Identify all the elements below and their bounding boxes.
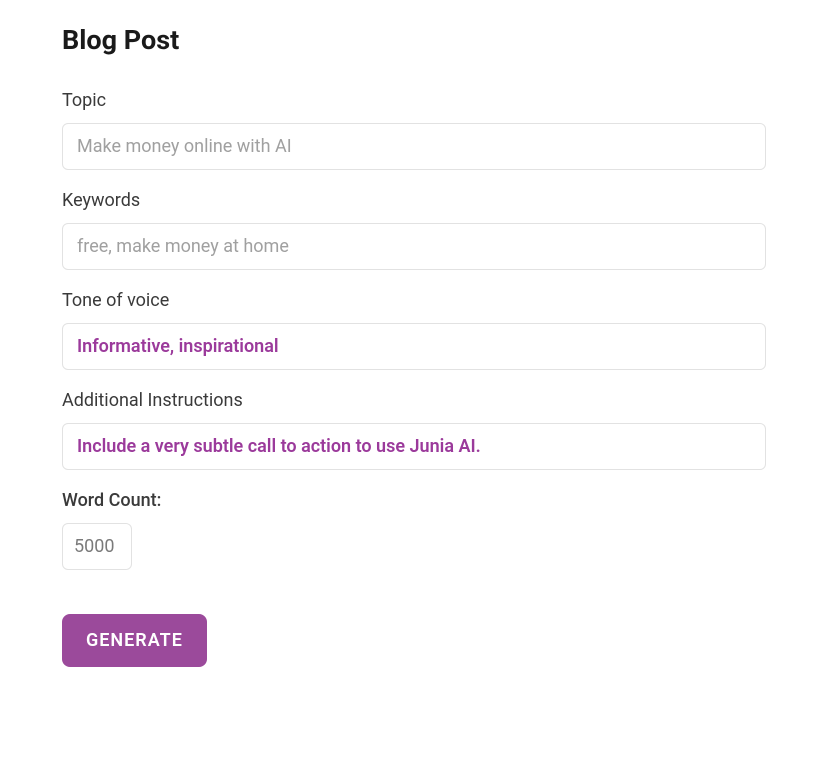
blog-post-form-card: Blog Post Topic Keywords Tone of voice A… bbox=[0, 0, 828, 707]
instructions-label: Additional Instructions bbox=[62, 390, 766, 411]
topic-label: Topic bbox=[62, 90, 766, 111]
tone-label: Tone of voice bbox=[62, 290, 766, 311]
instructions-input[interactable] bbox=[62, 423, 766, 470]
topic-input[interactable] bbox=[62, 123, 766, 170]
word-count-input[interactable] bbox=[62, 523, 132, 570]
instructions-group: Additional Instructions bbox=[62, 390, 766, 470]
keywords-group: Keywords bbox=[62, 190, 766, 270]
tone-input[interactable] bbox=[62, 323, 766, 370]
keywords-label: Keywords bbox=[62, 190, 766, 211]
generate-button[interactable]: GENERATE bbox=[62, 614, 207, 667]
word-count-label: Word Count: bbox=[62, 490, 766, 511]
page-title: Blog Post bbox=[62, 24, 766, 56]
keywords-input[interactable] bbox=[62, 223, 766, 270]
tone-group: Tone of voice bbox=[62, 290, 766, 370]
topic-group: Topic bbox=[62, 90, 766, 170]
word-count-group: Word Count: bbox=[62, 490, 766, 570]
